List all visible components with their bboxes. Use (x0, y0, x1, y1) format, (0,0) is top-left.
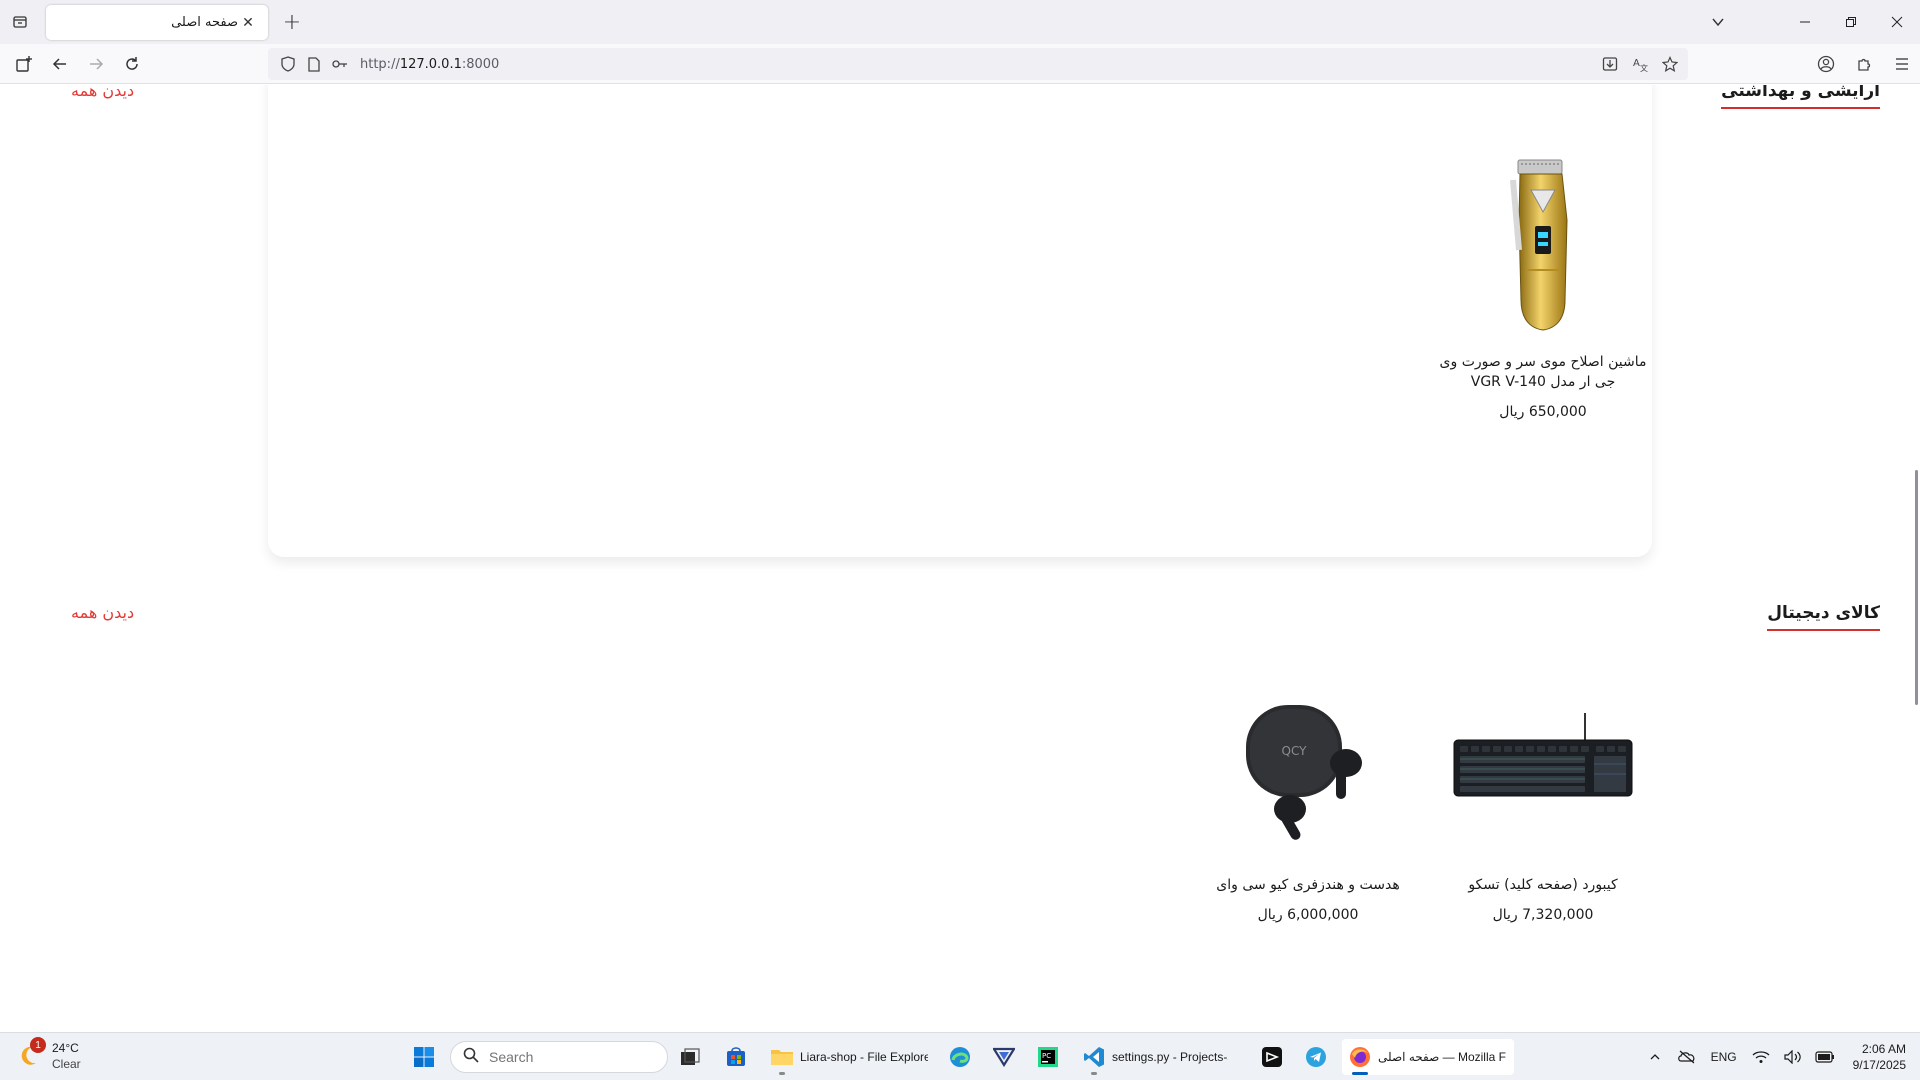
hair-clipper-image[interactable] (1448, 150, 1638, 340)
new-window-icon[interactable] (12, 52, 36, 76)
task-view-icon (672, 1039, 708, 1075)
firefox-label: صفحه اصلی — Mozilla F (1378, 1050, 1506, 1064)
system-tray: ENG 2:06 AM 9/17/2025 (1645, 1033, 1906, 1080)
tab-close-icon[interactable]: ✕ (238, 13, 258, 33)
earbuds-image[interactable]: QCY (1213, 673, 1403, 863)
shield-icon[interactable] (278, 54, 298, 74)
minimize-icon[interactable] (1782, 0, 1828, 44)
url-text[interactable]: http://127.0.0.1:8000 (360, 57, 499, 72)
task-view-button[interactable] (672, 1039, 708, 1075)
account-icon[interactable] (1814, 52, 1838, 76)
product-name[interactable]: کیبورد (صفحه کلید) تسکو (1433, 875, 1653, 895)
running-indicator (1091, 1072, 1097, 1075)
search-icon (463, 1047, 479, 1067)
running-indicator (779, 1072, 785, 1075)
vpn-icon (986, 1039, 1022, 1075)
file-explorer-app[interactable]: Liara-shop - File Explore (764, 1039, 934, 1075)
tab-title: صفحه اصلی (171, 15, 238, 30)
weather-moon-icon: 1 (18, 1037, 46, 1069)
edge-app[interactable] (942, 1039, 978, 1075)
windows-taskbar: 1 24°C Clear Liara-shop - File Explore (0, 1032, 1920, 1080)
vscode-app[interactable]: settings.py - Projects-sh (1076, 1039, 1234, 1075)
chevron-up-icon[interactable] (1645, 1047, 1665, 1067)
key-icon[interactable] (330, 54, 350, 74)
start-button[interactable] (406, 1039, 442, 1075)
browser-tab-bar: صفحه اصلی ✕ + (0, 0, 1920, 44)
edge-icon (942, 1039, 978, 1075)
tab-list-icon[interactable] (8, 10, 32, 34)
product-card[interactable]: ماشین اصلاح موی سر و صورت وی جی ار مدل V… (1433, 150, 1653, 420)
wifi-icon[interactable] (1751, 1047, 1771, 1067)
vpn-app[interactable] (986, 1039, 1022, 1075)
battery-icon[interactable] (1815, 1047, 1835, 1067)
firefox-icon (1342, 1039, 1378, 1075)
volume-icon[interactable] (1783, 1047, 1803, 1067)
active-indicator (1352, 1072, 1368, 1075)
svg-text:QCY: QCY (1282, 744, 1308, 758)
product-price: 6,000,000 ریال (1257, 907, 1359, 923)
see-all-link[interactable]: دیدن همه (71, 603, 134, 622)
translate-icon[interactable]: A文 (1628, 52, 1652, 76)
clock-date: 9/17/2025 (1852, 1058, 1906, 1072)
pycharm-icon: PC (1030, 1039, 1066, 1075)
product-price: 650,000 ریال (1499, 404, 1587, 420)
weather-widget[interactable]: 1 24°C Clear (18, 1037, 81, 1072)
forward-arrow-icon[interactable] (84, 52, 108, 76)
store-app[interactable] (718, 1039, 754, 1075)
language-indicator[interactable]: ENG (1709, 1047, 1739, 1067)
new-tab-button[interactable]: + (280, 10, 304, 35)
section-title: کالای دیجیتال (1767, 603, 1880, 631)
telegram-app[interactable] (1298, 1039, 1334, 1075)
firefox-app-active[interactable]: صفحه اصلی — Mozilla F (1342, 1039, 1514, 1075)
menu-hamburger-icon[interactable] (1890, 52, 1914, 76)
close-window-icon[interactable] (1874, 0, 1920, 44)
search-input[interactable] (489, 1049, 639, 1065)
extensions-icon[interactable] (1852, 52, 1876, 76)
page-scrollbar[interactable] (1915, 470, 1918, 705)
bookmark-star-icon[interactable] (1658, 52, 1682, 76)
section-title: آرایشی و بهداشتی (1721, 85, 1880, 109)
product-name[interactable]: ماشین اصلاح موی سر و صورت وی جی ار مدل V… (1433, 352, 1653, 392)
capcut-app[interactable] (1254, 1039, 1290, 1075)
weather-condition: Clear (52, 1057, 81, 1071)
page-viewport: آرایشی و بهداشتی دیدن همه ماشین اصلاح مو… (0, 85, 1920, 1032)
restore-icon[interactable] (1828, 0, 1874, 44)
chevron-down-icon[interactable] (1706, 10, 1730, 34)
product-name[interactable]: هدست و هندزفری کیو سی وای (1198, 875, 1418, 895)
pycharm-app[interactable]: PC (1030, 1039, 1066, 1075)
page-icon[interactable] (304, 54, 324, 74)
browser-nav-bar: http://127.0.0.1:8000 A文 (0, 44, 1920, 84)
vscode-label: settings.py - Projects-sh (1112, 1050, 1228, 1064)
svg-text:A: A (1633, 58, 1640, 69)
vscode-icon (1076, 1039, 1112, 1075)
product-price: 7,320,000 ریال (1492, 907, 1594, 923)
file-explorer-label: Liara-shop - File Explore (800, 1050, 928, 1064)
onedrive-offline-icon[interactable] (1677, 1047, 1697, 1067)
svg-text:文: 文 (1640, 63, 1648, 72)
download-page-icon[interactable] (1598, 52, 1622, 76)
back-arrow-icon[interactable] (48, 52, 72, 76)
taskbar-search[interactable] (450, 1041, 668, 1073)
section-header-digital: کالای دیجیتال دیدن همه (0, 603, 1920, 643)
section-header-beauty: آرایشی و بهداشتی دیدن همه (0, 85, 1920, 121)
system-clock[interactable]: 2:06 AM 9/17/2025 (1853, 1041, 1906, 1073)
folder-icon (764, 1039, 800, 1075)
clock-time: 2:06 AM (1861, 1042, 1906, 1056)
store-icon (718, 1039, 754, 1075)
window-controls (1782, 0, 1920, 44)
telegram-icon (1298, 1039, 1334, 1075)
url-bar[interactable]: http://127.0.0.1:8000 A文 (268, 48, 1688, 80)
notification-badge: 1 (30, 1037, 46, 1053)
weather-temp: 24°C (52, 1041, 79, 1055)
product-card[interactable]: QCY هدست و هندزفری کیو سی وای 6,000,000 … (1198, 673, 1418, 923)
product-card[interactable]: کیبورد (صفحه کلید) تسکو 7,320,000 ریال (1433, 673, 1653, 923)
reload-icon[interactable] (120, 52, 144, 76)
see-all-link[interactable]: دیدن همه (71, 85, 134, 100)
browser-tab-active[interactable]: صفحه اصلی ✕ (46, 5, 268, 40)
windows-logo-icon (406, 1039, 442, 1075)
keyboard-image[interactable] (1448, 673, 1638, 863)
capcut-icon (1254, 1039, 1290, 1075)
svg-text:PC: PC (1042, 1052, 1051, 1060)
